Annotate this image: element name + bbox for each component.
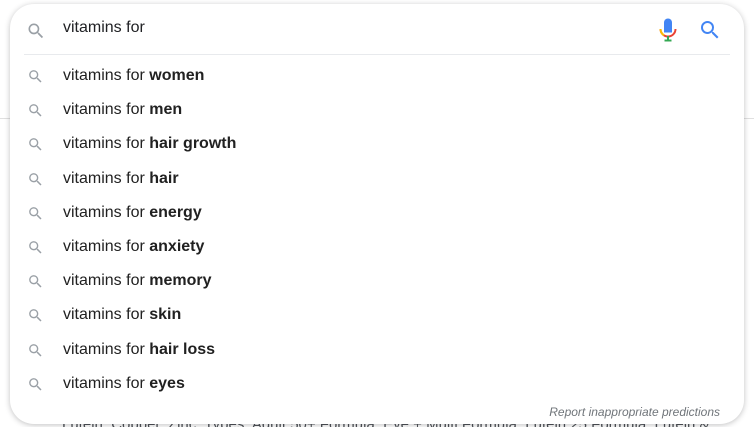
suggestion-completion: hair bbox=[149, 169, 179, 187]
suggestion-text: vitamins for women bbox=[63, 67, 204, 85]
suggestion-completion: hair loss bbox=[149, 340, 216, 358]
search-input[interactable]: vitamins for bbox=[63, 19, 145, 37]
microphone-icon bbox=[659, 18, 677, 42]
search-icon bbox=[27, 307, 44, 324]
suggestion-prefix: vitamins for bbox=[63, 272, 150, 290]
suggestion-item[interactable]: vitamins for hair growth bbox=[10, 128, 744, 162]
suggestion-completion: energy bbox=[149, 203, 202, 221]
suggestion-item[interactable]: vitamins for women bbox=[10, 60, 744, 94]
suggestion-item[interactable]: vitamins for eyes bbox=[10, 368, 744, 402]
autocomplete-dropdown: vitamins for vitamins for women vitamins… bbox=[10, 4, 744, 424]
suggestion-text: vitamins for anxiety bbox=[63, 238, 204, 256]
suggestion-prefix: vitamins for bbox=[63, 67, 150, 84]
page: Lutein, Copper, Zinc. Types: Adult 50+ F… bbox=[0, 0, 754, 427]
voice-search-button[interactable] bbox=[654, 16, 682, 44]
suggestion-completion: hair growth bbox=[149, 135, 237, 153]
suggestion-text: vitamins for skin bbox=[63, 306, 181, 324]
suggestion-item[interactable]: vitamins for anxiety bbox=[10, 231, 744, 265]
suggestion-item[interactable]: vitamins for hair loss bbox=[10, 334, 744, 368]
suggestion-completion: skin bbox=[149, 306, 182, 324]
suggestion-prefix: vitamins for bbox=[63, 374, 150, 392]
suggestion-prefix: vitamins for bbox=[63, 306, 150, 324]
suggestion-item[interactable]: vitamins for skin bbox=[10, 299, 744, 333]
suggestion-item[interactable]: vitamins for energy bbox=[10, 197, 744, 231]
suggestion-prefix: vitamins for bbox=[63, 340, 150, 358]
suggestion-item[interactable]: vitamins for men bbox=[10, 94, 744, 128]
search-bar: vitamins for bbox=[10, 4, 744, 54]
search-icon bbox=[27, 205, 44, 222]
suggestion-prefix: vitamins for bbox=[63, 169, 150, 187]
suggestion-completion: eyes bbox=[149, 374, 185, 392]
search-icon bbox=[27, 376, 44, 393]
search-icon bbox=[27, 342, 44, 359]
search-icon bbox=[27, 171, 44, 188]
search-icon bbox=[27, 102, 44, 119]
search-icon bbox=[27, 273, 44, 290]
suggestion-completion: women bbox=[149, 67, 205, 84]
search-icon bbox=[27, 68, 44, 85]
suggestion-completion: men bbox=[149, 101, 183, 119]
suggestion-text: vitamins for hair bbox=[63, 170, 179, 188]
suggestion-text: vitamins for memory bbox=[63, 272, 212, 290]
suggestion-text: vitamins for eyes bbox=[63, 375, 185, 393]
suggestion-text: vitamins for hair loss bbox=[63, 341, 215, 359]
suggestion-prefix: vitamins for bbox=[63, 135, 150, 153]
report-predictions-link[interactable]: Report inappropriate predictions bbox=[549, 405, 720, 419]
suggestion-text: vitamins for energy bbox=[63, 204, 202, 222]
suggestion-text: vitamins for men bbox=[63, 101, 182, 119]
search-icon bbox=[27, 239, 44, 256]
search-icon bbox=[26, 21, 46, 41]
suggestion-list: vitamins for women vitamins for men vitami… bbox=[10, 60, 744, 402]
search-icon bbox=[27, 136, 44, 153]
suggestion-completion: memory bbox=[149, 272, 212, 290]
search-divider bbox=[24, 54, 730, 55]
suggestion-prefix: vitamins for bbox=[63, 203, 150, 221]
suggestion-prefix: vitamins for bbox=[63, 101, 150, 119]
suggestion-text: vitamins for hair growth bbox=[63, 135, 236, 153]
search-icon bbox=[701, 21, 719, 39]
suggestion-prefix: vitamins for bbox=[63, 237, 150, 255]
suggestion-item[interactable]: vitamins for hair bbox=[10, 163, 744, 197]
search-submit-button[interactable] bbox=[696, 16, 724, 44]
suggestion-item[interactable]: vitamins for memory bbox=[10, 265, 744, 299]
suggestion-completion: anxiety bbox=[149, 237, 205, 255]
